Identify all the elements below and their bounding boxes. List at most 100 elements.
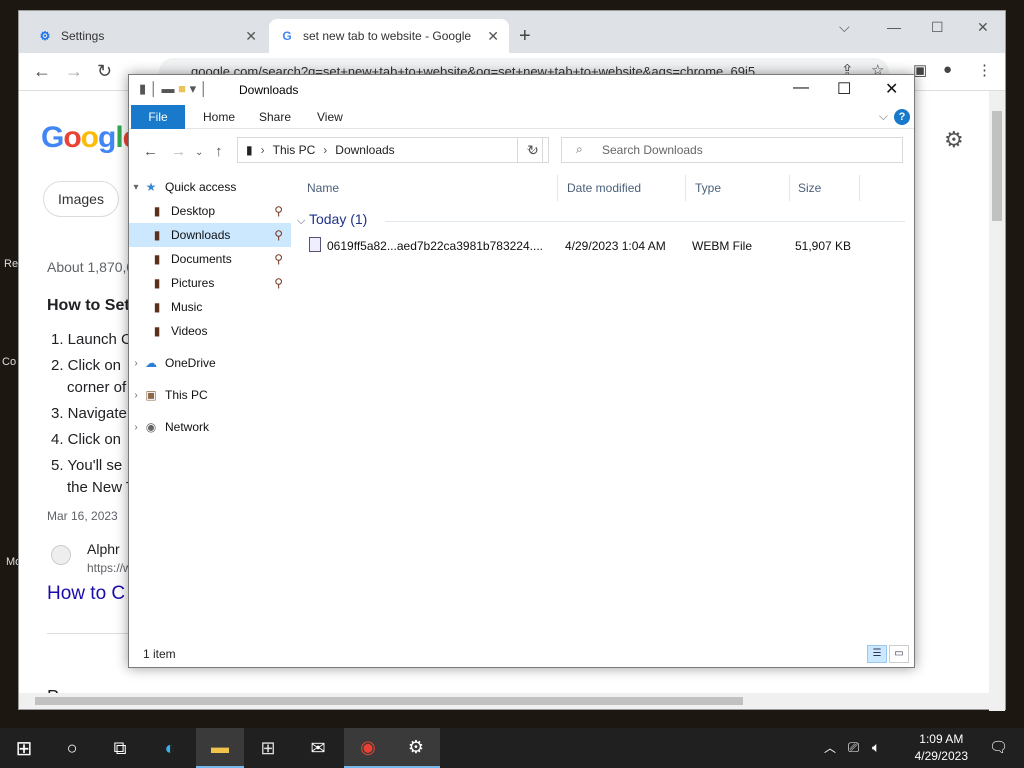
- vertical-scrollbar[interactable]: [989, 91, 1005, 711]
- tab-file[interactable]: File: [131, 105, 185, 129]
- settings-taskbar-button[interactable]: ⚙: [392, 728, 440, 768]
- large-icons-view-button[interactable]: ▭: [889, 645, 909, 663]
- close-window-button[interactable]: ✕: [885, 79, 898, 99]
- close-icon[interactable]: ✕: [245, 28, 257, 45]
- notification-icon[interactable]: 🗨︎: [989, 738, 1008, 756]
- profile-avatar-icon[interactable]: ●: [943, 61, 952, 78]
- task-view-button[interactable]: ⧉: [96, 728, 144, 768]
- chevron-right-icon[interactable]: ›: [129, 358, 143, 369]
- back-button[interactable]: ←: [143, 143, 158, 160]
- side-panel-icon[interactable]: ▣: [913, 61, 927, 79]
- nav-videos[interactable]: ▮ Videos: [129, 319, 291, 343]
- new-tab-button[interactable]: +: [519, 25, 531, 48]
- network-icon[interactable]: ⎚: [848, 739, 859, 756]
- tab-share[interactable]: Share: [245, 105, 305, 129]
- tab-settings[interactable]: ⚙ Settings ✕: [27, 19, 267, 53]
- maximize-button[interactable]: ☐: [837, 79, 851, 99]
- recent-locations-icon[interactable]: ⌄: [195, 147, 203, 158]
- volume-muted-icon[interactable]: 🔈︎: [872, 739, 880, 756]
- gear-icon[interactable]: ⚙: [944, 127, 964, 153]
- tab-view[interactable]: View: [303, 105, 357, 129]
- task-view-icon: ⧉: [113, 737, 127, 758]
- up-button[interactable]: ↑: [215, 143, 223, 160]
- nav-documents[interactable]: ▮ Documents ⚲: [129, 247, 291, 271]
- column-header-type[interactable]: Type: [695, 181, 721, 195]
- nav-pictures[interactable]: ▮ Pictures ⚲: [129, 271, 291, 295]
- column-divider[interactable]: [557, 175, 558, 201]
- column-header-name[interactable]: Name: [307, 181, 339, 195]
- search-button[interactable]: ○: [48, 728, 96, 768]
- mail-taskbar-button[interactable]: ✉: [294, 728, 342, 768]
- nav-downloads[interactable]: ▮ Downloads ⚲: [129, 223, 291, 247]
- folder-icon: ▮: [153, 252, 161, 266]
- nav-this-pc[interactable]: › ▣ This PC: [129, 383, 291, 407]
- clock-time: 1:09 AM: [919, 732, 964, 746]
- breadcrumb-this-pc[interactable]: This PC: [273, 143, 316, 157]
- file-list: Name Date modified Type Size ⌵ Today (1)…: [291, 173, 914, 643]
- pin-icon: ⚲: [274, 228, 283, 242]
- group-header[interactable]: ⌵ Today (1): [297, 211, 367, 228]
- chevron-right-icon[interactable]: ›: [129, 422, 143, 433]
- nav-onedrive[interactable]: › ☁ OneDrive: [129, 351, 291, 375]
- file-row[interactable]: 0619ff5a82...aed7b22ca3981b783224.... 4/…: [301, 235, 901, 257]
- chevron-right-icon[interactable]: ›: [129, 390, 143, 401]
- column-divider[interactable]: [789, 175, 790, 201]
- pin-icon: ⚲: [274, 276, 283, 290]
- chevron-down-icon[interactable]: ⌵: [879, 109, 888, 124]
- close-icon[interactable]: ✕: [487, 28, 499, 45]
- step-item: 2. Click on: [51, 357, 122, 374]
- nav-music[interactable]: ▮ Music: [129, 295, 291, 319]
- windows-logo-icon: ⊞: [15, 737, 33, 760]
- desktop-icon-label[interactable]: Re: [4, 258, 18, 270]
- column-divider[interactable]: [685, 175, 686, 201]
- start-button[interactable]: ⊞: [0, 728, 48, 768]
- explorer-title-bar: ▮ │ ▬ ■ ▾ │ Downloads — ☐ ✕: [129, 75, 914, 105]
- clock[interactable]: 1:09 AM 4/29/2023: [915, 731, 968, 765]
- nav-quick-access[interactable]: ▾ ★ Quick access: [129, 175, 291, 199]
- desktop-icon-label[interactable]: Co: [2, 356, 16, 368]
- nav-network[interactable]: › ◉ Network: [129, 415, 291, 439]
- chrome-taskbar-button[interactable]: ◉: [344, 728, 392, 768]
- maximize-button[interactable]: ☐: [931, 19, 944, 36]
- tab-home[interactable]: Home: [189, 105, 249, 129]
- store-bag-icon: ⊞: [260, 737, 276, 758]
- back-button[interactable]: ←: [33, 61, 51, 82]
- column-header-size[interactable]: Size: [798, 181, 821, 195]
- quick-access-toolbar-icon[interactable]: ▮ │ ▬ ■ ▾ │: [139, 81, 208, 97]
- computer-icon: ▣: [145, 388, 157, 402]
- tab-search-chevron-icon[interactable]: ⌵: [839, 19, 850, 36]
- minimize-button[interactable]: —: [793, 79, 809, 97]
- forward-button[interactable]: →: [171, 143, 186, 160]
- nav-desktop[interactable]: ▮ Desktop ⚲: [129, 199, 291, 223]
- star-icon: ★: [145, 180, 157, 194]
- column-header-date[interactable]: Date modified: [567, 181, 641, 195]
- store-taskbar-button[interactable]: ⊞: [244, 728, 292, 768]
- minimize-button[interactable]: —: [887, 19, 901, 35]
- address-bar[interactable]: ▮ › This PC › Downloads ⌵: [237, 137, 543, 163]
- result-link[interactable]: How to C: [47, 583, 125, 605]
- column-divider[interactable]: [859, 175, 860, 201]
- details-view-button[interactable]: ☰: [867, 645, 887, 663]
- forward-button[interactable]: →: [65, 61, 83, 82]
- chevron-up-icon[interactable]: ︿: [824, 739, 836, 756]
- menu-dots-icon[interactable]: ⋮: [977, 61, 992, 79]
- gear-icon: ⚙: [39, 29, 51, 43]
- file-type: WEBM File: [692, 239, 752, 253]
- step-item: 4. Click on: [51, 431, 122, 448]
- images-filter-chip[interactable]: Images: [43, 181, 119, 217]
- edge-taskbar-button[interactable]: ◐: [146, 728, 194, 768]
- chevron-down-icon[interactable]: ▾: [129, 182, 143, 193]
- close-window-button[interactable]: ✕: [977, 19, 989, 36]
- help-icon[interactable]: ?: [894, 109, 910, 125]
- breadcrumb-downloads[interactable]: Downloads: [335, 143, 394, 157]
- reload-button[interactable]: ↻: [97, 61, 112, 82]
- refresh-button[interactable]: ↻: [517, 137, 549, 163]
- horizontal-scrollbar[interactable]: [19, 693, 991, 709]
- step-item: 3. Navigate: [51, 405, 127, 422]
- tab-google-search[interactable]: G set new tab to website - Google ✕: [269, 19, 509, 53]
- folder-icon: ▮: [246, 143, 253, 157]
- search-input[interactable]: ⌕ Search Downloads: [561, 137, 903, 163]
- file-explorer-taskbar-button[interactable]: ▬: [196, 728, 244, 768]
- gear-icon: ⚙: [407, 736, 425, 757]
- google-logo[interactable]: Google: [41, 121, 139, 155]
